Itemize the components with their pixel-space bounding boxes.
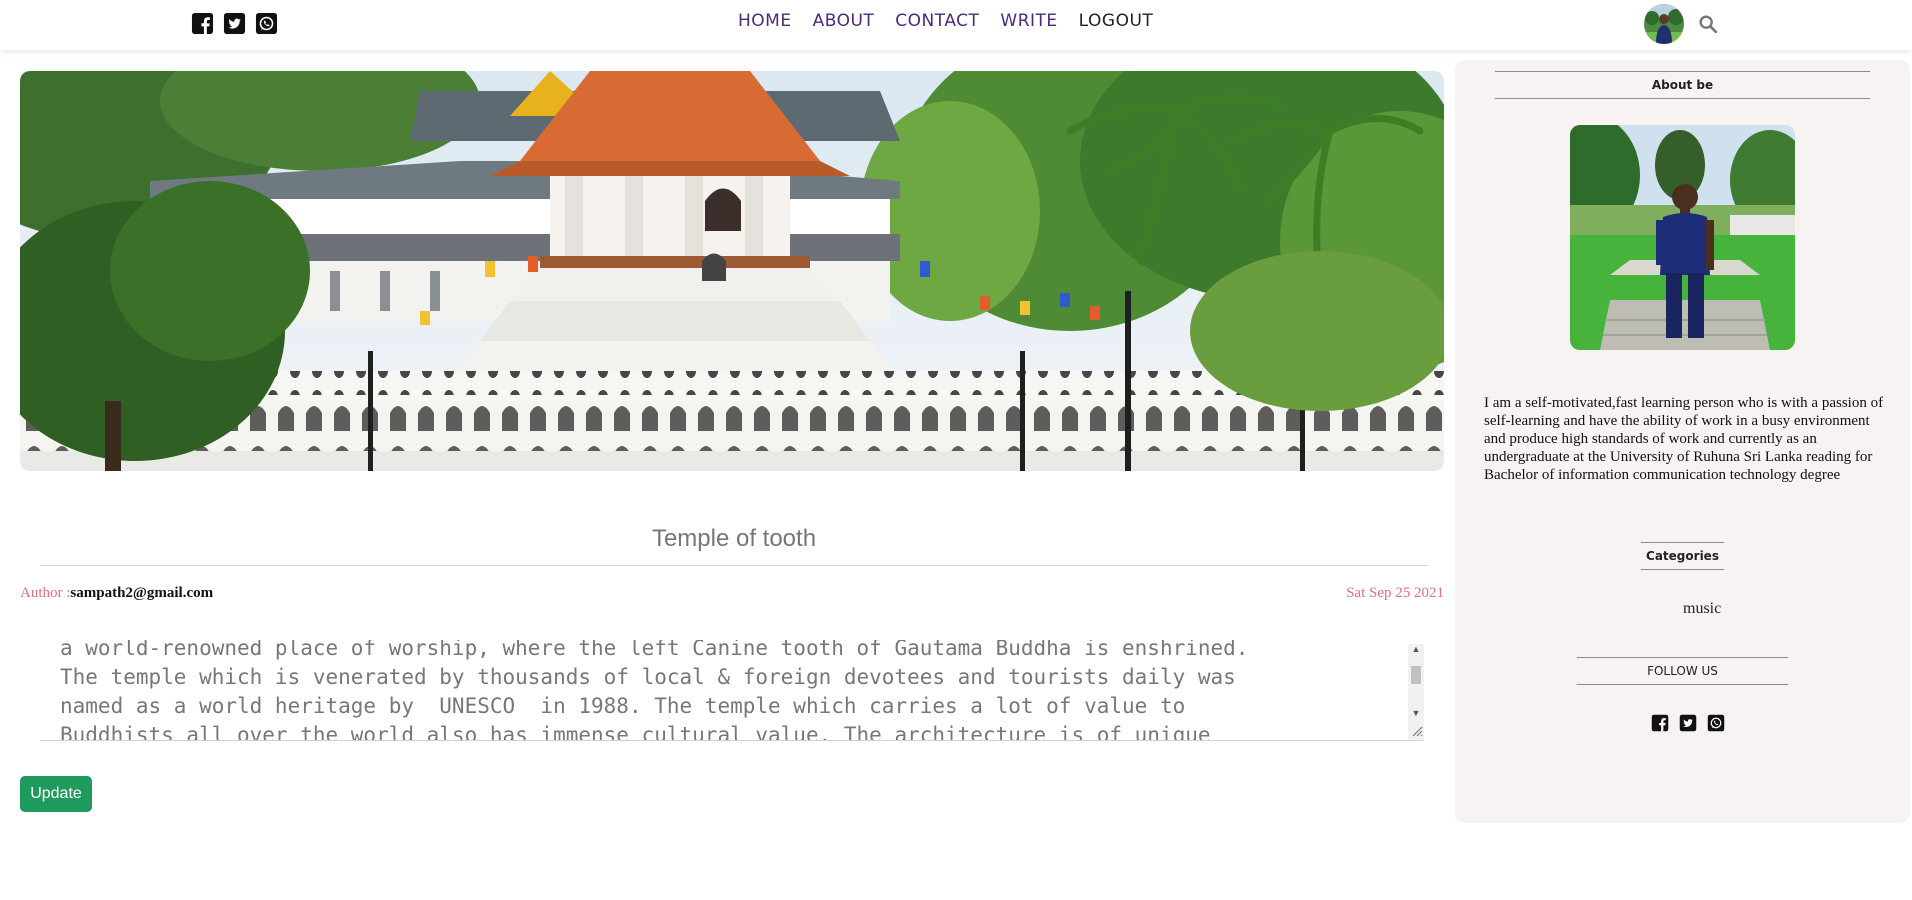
- post-cover-image: [20, 71, 1444, 471]
- post-description-textarea[interactable]: a world-renowned place of worship, where…: [40, 640, 1424, 741]
- category-item-music[interactable]: music: [1683, 600, 1721, 618]
- scroll-up-arrow-icon[interactable]: ▲: [1408, 644, 1424, 654]
- author-email: sampath2@gmail.com: [70, 585, 214, 601]
- nav-logout-link[interactable]: LOGOUT: [1079, 11, 1154, 31]
- post-description-text[interactable]: a world-renowned place of worship, where…: [60, 640, 1400, 740]
- nav-home-link[interactable]: HOME: [738, 11, 792, 31]
- author-label: Author :: [20, 585, 71, 601]
- facebook-square-icon[interactable]: [191, 12, 214, 35]
- nav-about-link[interactable]: ABOUT: [813, 11, 875, 31]
- sidebar: About be I am a self-motivated,fast lear…: [1455, 60, 1910, 823]
- textarea-scrollbar[interactable]: ▲ ▼: [1408, 644, 1424, 740]
- scrollbar-thumb[interactable]: [1411, 666, 1421, 684]
- search-icon[interactable]: [1697, 13, 1719, 35]
- sidebar-social-icons: [1651, 714, 1725, 732]
- post-author: Author :sampath2@gmail.com: [20, 585, 213, 602]
- follow-us-title: FOLLOW US: [1577, 657, 1788, 685]
- nav-contact-link[interactable]: CONTACT: [895, 11, 979, 31]
- post-date: Sat Sep 25 2021: [1346, 585, 1444, 601]
- whatsapp-square-icon[interactable]: [255, 12, 278, 35]
- about-title: About be: [1495, 71, 1870, 99]
- profile-image: [1570, 125, 1795, 350]
- about-description: I am a self-motivated,fast learning pers…: [1484, 395, 1884, 483]
- resize-handle-icon[interactable]: [1410, 724, 1423, 737]
- whatsapp-square-icon[interactable]: [1707, 714, 1725, 732]
- twitter-square-icon[interactable]: [1679, 714, 1697, 732]
- user-avatar[interactable]: [1644, 4, 1684, 44]
- scroll-down-arrow-icon[interactable]: ▼: [1408, 708, 1424, 718]
- facebook-square-icon[interactable]: [1651, 714, 1669, 732]
- nav-write-link[interactable]: WRITE: [1000, 11, 1057, 31]
- categories-title: Categories: [1641, 542, 1724, 570]
- main-nav: HOME ABOUT CONTACT WRITE LOGOUT: [738, 11, 1153, 31]
- twitter-square-icon[interactable]: [223, 12, 246, 35]
- top-social-icons: [191, 12, 278, 35]
- update-button[interactable]: Update: [20, 776, 92, 812]
- post-title-input[interactable]: [40, 513, 1428, 566]
- top-bar: HOME ABOUT CONTACT WRITE LOGOUT: [0, 0, 1912, 50]
